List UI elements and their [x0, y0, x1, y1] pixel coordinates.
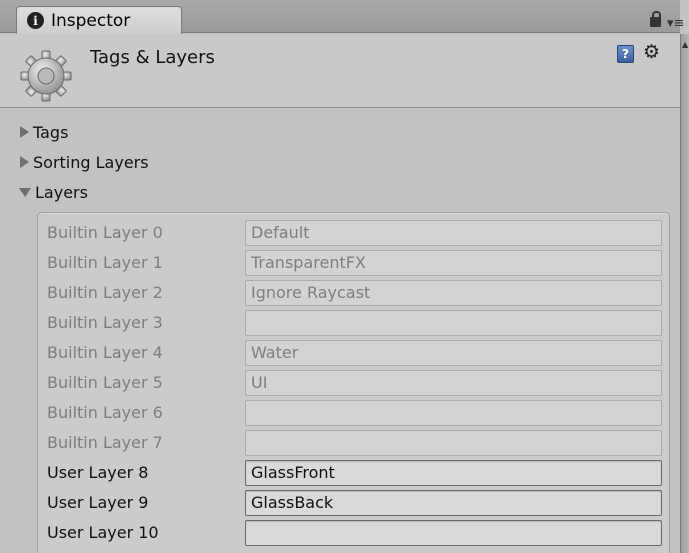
layer-label: Builtin Layer 6	[47, 403, 163, 422]
layer-row: User Layer 9 GlassBack	[38, 488, 671, 518]
layer-name-field: Default	[245, 220, 662, 246]
layer-row: User Layer 8 GlassFront	[38, 458, 671, 488]
layer-label: User Layer 10	[47, 523, 159, 542]
layer-label: User Layer 8	[47, 463, 149, 482]
tab-label: Inspector	[51, 10, 131, 31]
lock-icon[interactable]	[650, 11, 661, 27]
layer-label: Builtin Layer 0	[47, 223, 163, 242]
layer-name-input[interactable]: GlassFront	[245, 460, 662, 486]
layer-label: Builtin Layer 2	[47, 283, 163, 302]
layer-row: Builtin Layer 0 Default	[38, 218, 671, 248]
layer-label: Builtin Layer 5	[47, 373, 163, 392]
foldout-layers[interactable]: Layers	[19, 179, 88, 205]
layer-name-field: Water	[245, 340, 662, 366]
collapsed-arrow-icon	[20, 156, 29, 168]
tab-bar: i Inspector ▾≡	[0, 0, 684, 34]
layer-label: Builtin Layer 3	[47, 313, 163, 332]
tab-menu-icon[interactable]: ▾≡	[667, 16, 684, 31]
scrollbar[interactable]: ▲	[680, 34, 689, 553]
layer-name-field	[245, 310, 662, 336]
help-icon[interactable]: ?	[617, 45, 634, 63]
component-title: Tags & Layers	[90, 47, 215, 68]
layer-name-field: UI	[245, 370, 662, 396]
layer-row: Builtin Layer 4 Water	[38, 338, 671, 368]
foldout-sorting-layers[interactable]: Sorting Layers	[20, 149, 149, 175]
expanded-arrow-icon	[19, 187, 31, 197]
layer-name-field	[245, 400, 662, 426]
foldout-tags[interactable]: Tags	[20, 119, 68, 145]
layers-panel: Builtin Layer 0 Default Builtin Layer 1 …	[37, 212, 670, 553]
layer-row: Builtin Layer 5 UI	[38, 368, 671, 398]
inspector-header: Tags & Layers ? ⚙	[0, 34, 680, 108]
layer-row: Builtin Layer 6	[38, 398, 671, 428]
info-icon: i	[27, 12, 44, 29]
foldout-label: Tags	[33, 122, 69, 142]
gear-icon	[20, 50, 72, 102]
layer-label: User Layer 9	[47, 493, 149, 512]
layer-name-field	[245, 430, 662, 456]
layer-row: Builtin Layer 2 Ignore Raycast	[38, 278, 671, 308]
layer-row: Builtin Layer 3	[38, 308, 671, 338]
scroll-up-arrow-icon[interactable]: ▲	[682, 40, 688, 49]
layer-label: Builtin Layer 1	[47, 253, 163, 272]
layer-name-input[interactable]: GlassBack	[245, 490, 662, 516]
foldout-label: Sorting Layers	[33, 152, 149, 172]
tab-inspector[interactable]: i Inspector	[16, 6, 182, 34]
foldout-label: Layers	[35, 182, 88, 202]
settings-gear-icon[interactable]: ⚙	[643, 41, 660, 63]
layer-row: Builtin Layer 7	[38, 428, 671, 458]
collapsed-arrow-icon	[20, 126, 29, 138]
layer-name-field: TransparentFX	[245, 250, 662, 276]
layer-row: Builtin Layer 1 TransparentFX	[38, 248, 671, 278]
layer-name-input[interactable]	[245, 520, 662, 546]
layer-row: User Layer 10	[38, 518, 671, 548]
layer-label: Builtin Layer 7	[47, 433, 163, 452]
layer-name-field: Ignore Raycast	[245, 280, 662, 306]
layer-label: Builtin Layer 4	[47, 343, 163, 362]
